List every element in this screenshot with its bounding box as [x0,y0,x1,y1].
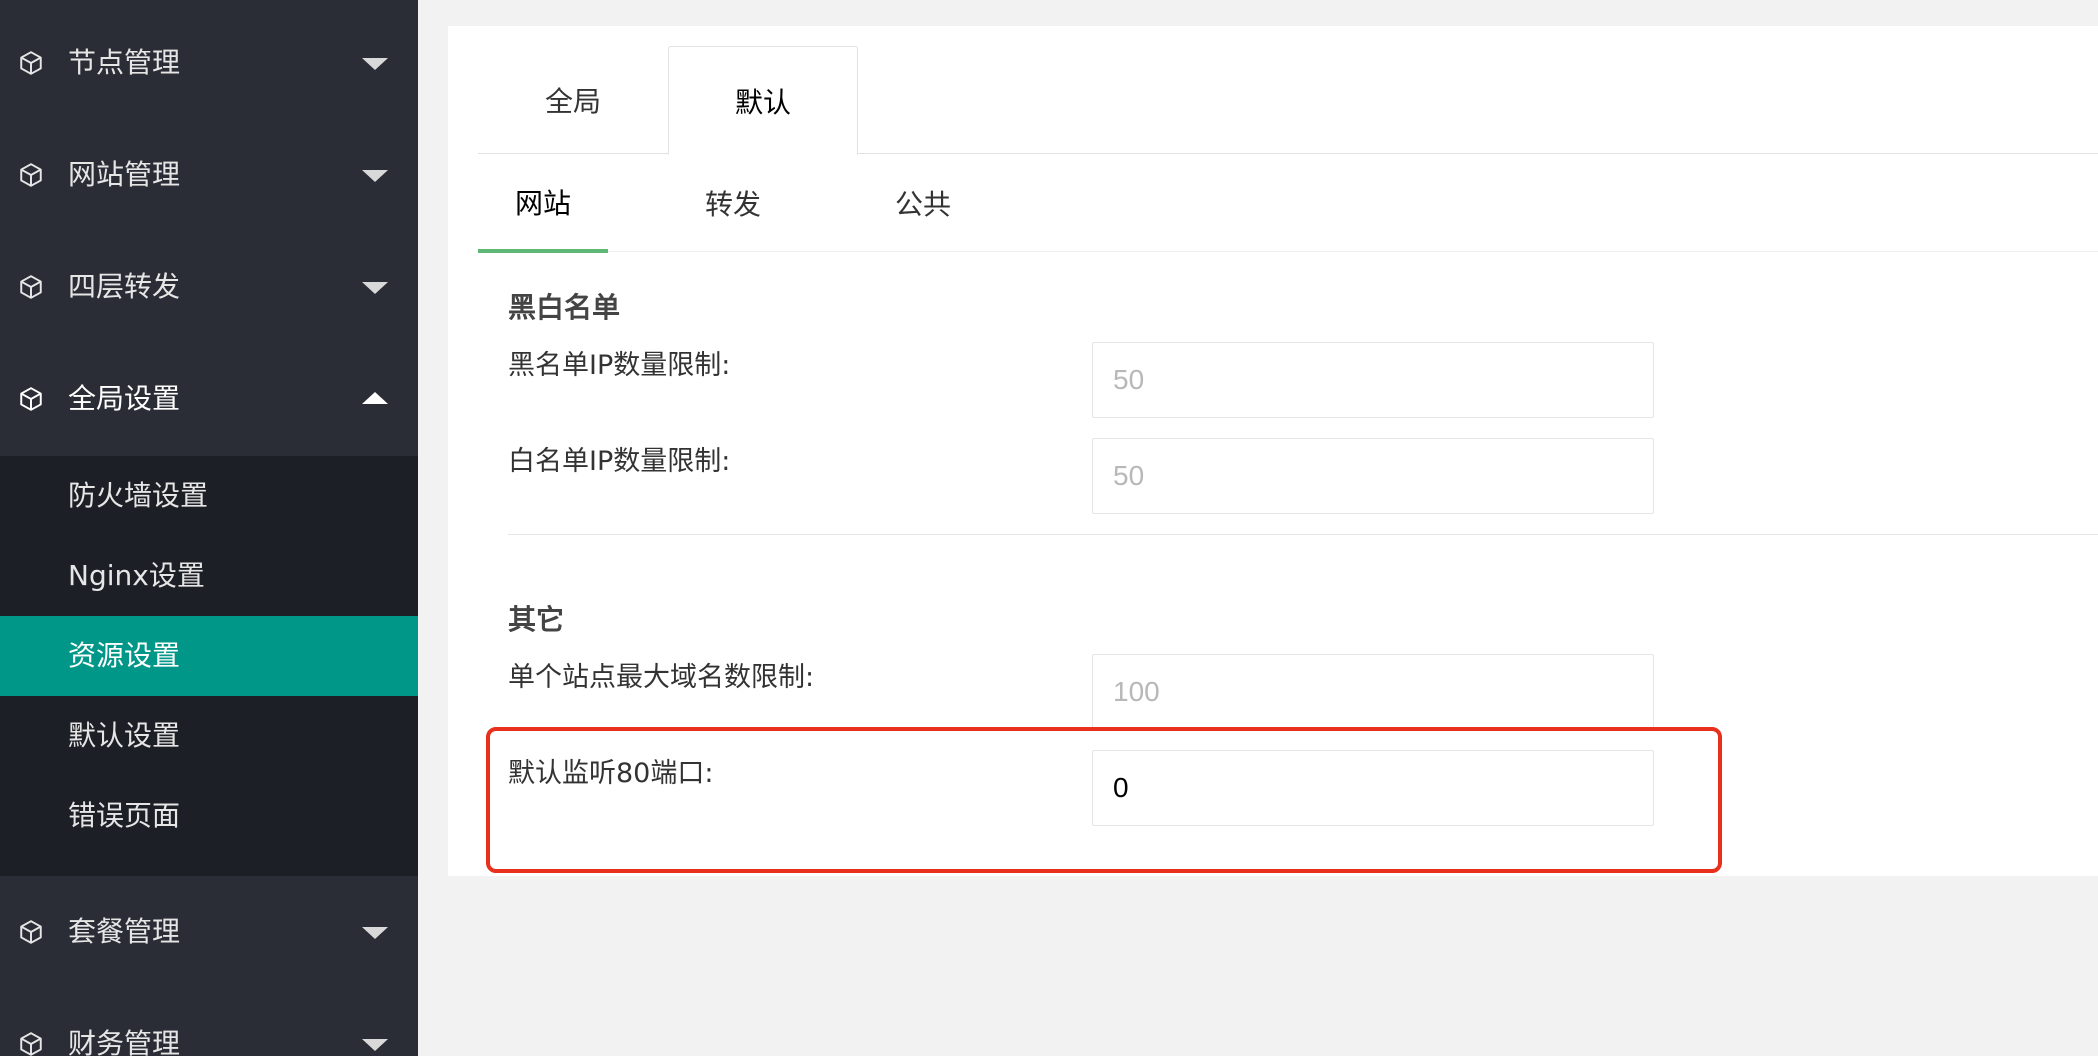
menu-label: 财务管理 [68,1027,181,1056]
blacklist-limit-input[interactable] [1092,342,1654,418]
sidebar: 节点管理 网站管理 四层转发 全局设置 防火墙设置 Nginx设置 资源设置 默… [0,0,418,1056]
submenu-item-label: 默认设置 [68,719,181,752]
default-port80-label: 默认监听80端口: [508,758,714,789]
chevron-down-icon [362,1039,388,1051]
menu-layer4-forwarding[interactable]: 四层转发 [0,231,418,343]
menu-label: 节点管理 [68,46,181,79]
submenu-item-error-pages[interactable]: 错误页面 [0,776,418,856]
global-settings-submenu: 防火墙设置 Nginx设置 资源设置 默认设置 错误页面 [0,456,418,876]
menu-label: 四层转发 [68,270,181,303]
settings-panel: 全局 默认 网站 转发 公共 黑白名单 黑名单IP数量限制: 白名单IP数量限制… [448,26,2098,876]
whitelist-limit-label: 白名单IP数量限制: [508,446,731,477]
cube-icon [20,920,42,944]
sub-tab-bar: 网站 转发 公共 [478,154,2098,253]
blacklist-limit-label: 黑名单IP数量限制: [508,350,731,381]
submenu-item-label: 错误页面 [68,799,181,832]
menu-plan-management[interactable]: 套餐管理 [0,876,418,988]
tab-forwarding[interactable]: 转发 [668,154,798,252]
submenu-item-nginx[interactable]: Nginx设置 [0,536,418,616]
menu-global-settings[interactable]: 全局设置 [0,343,418,455]
section-title-blackwhite-list: 黑白名单 [508,291,621,324]
section-divider [508,534,2098,535]
chevron-down-icon [362,58,388,70]
tab-public[interactable]: 公共 [858,154,988,252]
menu-label: 全局设置 [68,382,181,415]
submenu-item-firewall[interactable]: 防火墙设置 [0,456,418,536]
tab-global[interactable]: 全局 [478,46,668,154]
submenu-item-resources[interactable]: 资源设置 [0,616,418,696]
default-port80-input[interactable] [1092,750,1654,826]
section-title-other: 其它 [508,603,565,636]
tab-website[interactable]: 网站 [478,154,608,253]
tab-default[interactable]: 默认 [668,46,858,155]
max-domains-label: 单个站点最大域名数限制: [508,662,815,693]
menu-label: 套餐管理 [68,915,181,948]
whitelist-limit-input[interactable] [1092,438,1654,514]
submenu-item-label: Nginx设置 [68,559,205,592]
chevron-down-icon [362,170,388,182]
menu-finance-management[interactable]: 财务管理 [0,988,418,1056]
top-tab-bar: 全局 默认 [478,46,2098,155]
max-domains-input[interactable] [1092,654,1654,730]
menu-node-management[interactable]: 节点管理 [0,7,418,119]
menu-label: 网站管理 [68,158,181,191]
chevron-up-icon [362,392,388,404]
submenu-item-label: 防火墙设置 [68,479,209,512]
submenu-item-defaults[interactable]: 默认设置 [0,696,418,776]
cube-icon [20,275,42,299]
cube-icon [20,387,42,411]
chevron-down-icon [362,282,388,294]
chevron-down-icon [362,927,388,939]
submenu-item-label: 资源设置 [68,639,181,672]
cube-icon [20,163,42,187]
cube-icon [20,1032,42,1056]
menu-site-management[interactable]: 网站管理 [0,119,418,231]
cube-icon [20,51,42,75]
